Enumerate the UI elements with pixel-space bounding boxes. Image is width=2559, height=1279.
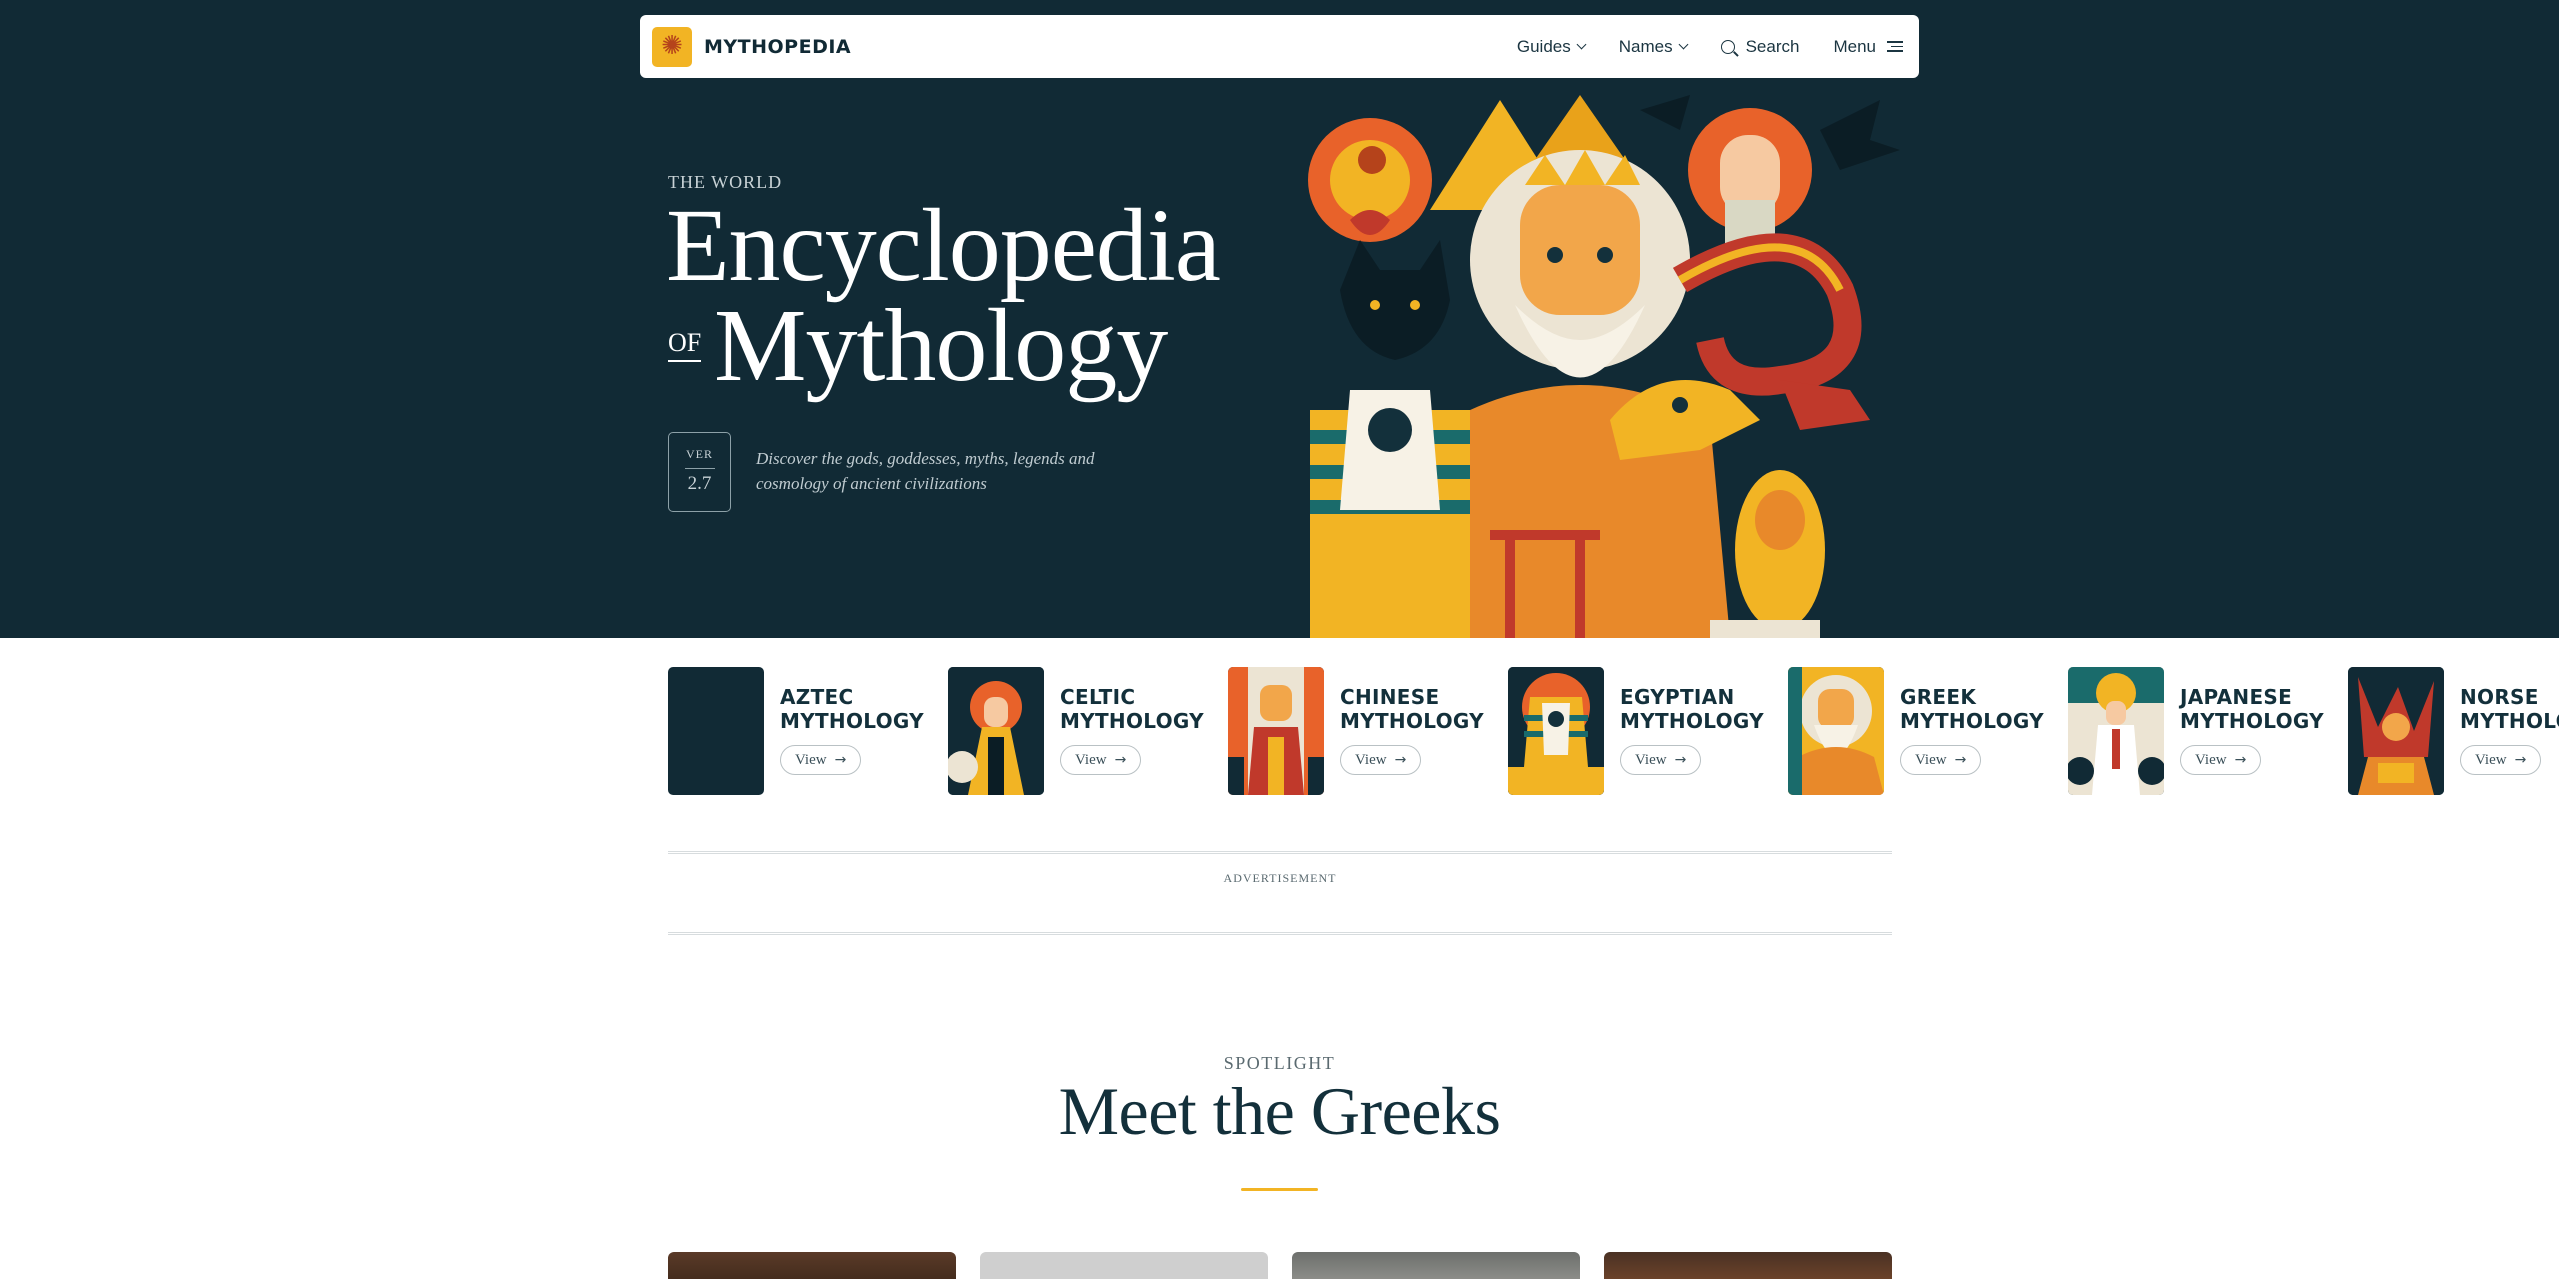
category-thumbnail[interactable] xyxy=(1228,667,1324,795)
spotlight-card[interactable] xyxy=(668,1252,956,1279)
category-chinese[interactable]: CHINESE MYTHOLOGY View → xyxy=(1228,667,1488,795)
chevron-down-icon xyxy=(1576,39,1587,50)
hero-of-label: OF xyxy=(668,328,702,362)
search-button[interactable]: Search xyxy=(1720,36,1800,57)
spotlight-card[interactable] xyxy=(1292,1252,1580,1279)
category-title[interactable]: EGYPTIAN MYTHOLOGY xyxy=(1620,685,1764,733)
arrow-right-icon: → xyxy=(2234,752,2247,768)
arrow-right-icon: → xyxy=(834,752,847,768)
hamburger-icon xyxy=(1887,41,1903,52)
mythology-illustration xyxy=(1308,95,1900,638)
advertisement-label: ADVERTISEMENT xyxy=(1223,871,1337,885)
names-label: Names xyxy=(1618,36,1673,56)
category-thumbnail[interactable] xyxy=(948,667,1044,795)
search-label: Search xyxy=(1745,36,1800,56)
category-thumbnail[interactable] xyxy=(668,667,764,795)
category-thumbnail[interactable] xyxy=(1788,667,1884,795)
guides-menu[interactable]: Guides xyxy=(1516,36,1587,57)
spotlight-card[interactable] xyxy=(1604,1252,1892,1279)
guides-label: Guides xyxy=(1516,36,1571,56)
category-japanese[interactable]: JAPANESE MYTHOLOGY View → xyxy=(2068,667,2328,795)
spotlight-cards xyxy=(668,1252,1892,1279)
view-button[interactable]: View → xyxy=(2460,745,2542,775)
mythology-category-strip: AZTEC MYTHOLOGY View → CELTIC MYTHOLOGY Vie… xyxy=(668,667,2559,795)
hero-tagline: Discover the gods, goddesses, myths, leg… xyxy=(756,449,1095,493)
logo-text[interactable]: MYTHOPEDIA xyxy=(704,36,851,58)
ad-divider-bottom xyxy=(668,932,1892,935)
category-thumbnail[interactable] xyxy=(2068,667,2164,795)
spotlight-accent-rule xyxy=(1241,1188,1318,1191)
menu-label: Menu xyxy=(1833,36,1876,56)
hero-title-line2: Mythology xyxy=(714,288,1168,403)
view-button[interactable]: View → xyxy=(1340,745,1422,775)
category-title[interactable]: CELTIC MYTHOLOGY xyxy=(1060,685,1204,733)
names-menu[interactable]: Names xyxy=(1618,36,1689,57)
category-thumbnail[interactable] xyxy=(2348,667,2444,795)
spotlight-eyebrow: SPOTLIGHT xyxy=(1223,1053,1336,1073)
arrow-right-icon: → xyxy=(1394,752,1407,768)
view-button[interactable]: View → xyxy=(2180,745,2262,775)
arrow-right-icon: → xyxy=(1954,752,1967,768)
category-title[interactable]: NORSEMYTHOLOGY xyxy=(2460,685,2559,733)
category-title[interactable]: AZTEC MYTHOLOGY xyxy=(780,685,924,733)
category-aztec[interactable]: AZTEC MYTHOLOGY View → xyxy=(668,667,928,795)
view-button[interactable]: View → xyxy=(1900,745,1982,775)
spotlight-title: Meet the Greeks xyxy=(1058,1073,1501,1149)
top-navigation: MYTHOPEDIA Guides Names Search Menu xyxy=(640,15,1919,78)
arrow-right-icon: → xyxy=(1674,752,1687,768)
view-button[interactable]: View → xyxy=(1060,745,1142,775)
category-norse[interactable]: NORSEMYTHOLOGY View→ xyxy=(2348,667,2559,795)
category-greek[interactable]: GREEK MYTHOLOGY View → xyxy=(1788,667,2048,795)
version-label: VER xyxy=(686,447,713,461)
menu-button[interactable]: Menu xyxy=(1833,37,1903,57)
version-number: 2.7 xyxy=(687,473,712,494)
version-badge: VER 2.7 xyxy=(668,432,731,512)
category-title[interactable]: CHINESE MYTHOLOGY xyxy=(1340,685,1484,733)
view-button[interactable]: View → xyxy=(780,745,862,775)
view-button[interactable]: View → xyxy=(1620,745,1702,775)
arrow-right-icon: → xyxy=(2514,752,2527,768)
category-egyptian[interactable]: EGYPTIAN MYTHOLOGY View → xyxy=(1508,667,1768,795)
category-title[interactable]: JAPANESE MYTHOLOGY xyxy=(2180,685,2324,733)
category-celtic[interactable]: CELTIC MYTHOLOGY View → xyxy=(948,667,1208,795)
arrow-right-icon: → xyxy=(1114,752,1127,768)
ad-divider-top xyxy=(668,851,1892,854)
category-thumbnail[interactable] xyxy=(1508,667,1604,795)
logo-icon[interactable] xyxy=(652,26,692,67)
search-icon xyxy=(1720,39,1735,54)
category-title[interactable]: GREEK MYTHOLOGY xyxy=(1900,685,2044,733)
spotlight-card[interactable] xyxy=(980,1252,1268,1279)
chevron-down-icon xyxy=(1678,39,1689,50)
